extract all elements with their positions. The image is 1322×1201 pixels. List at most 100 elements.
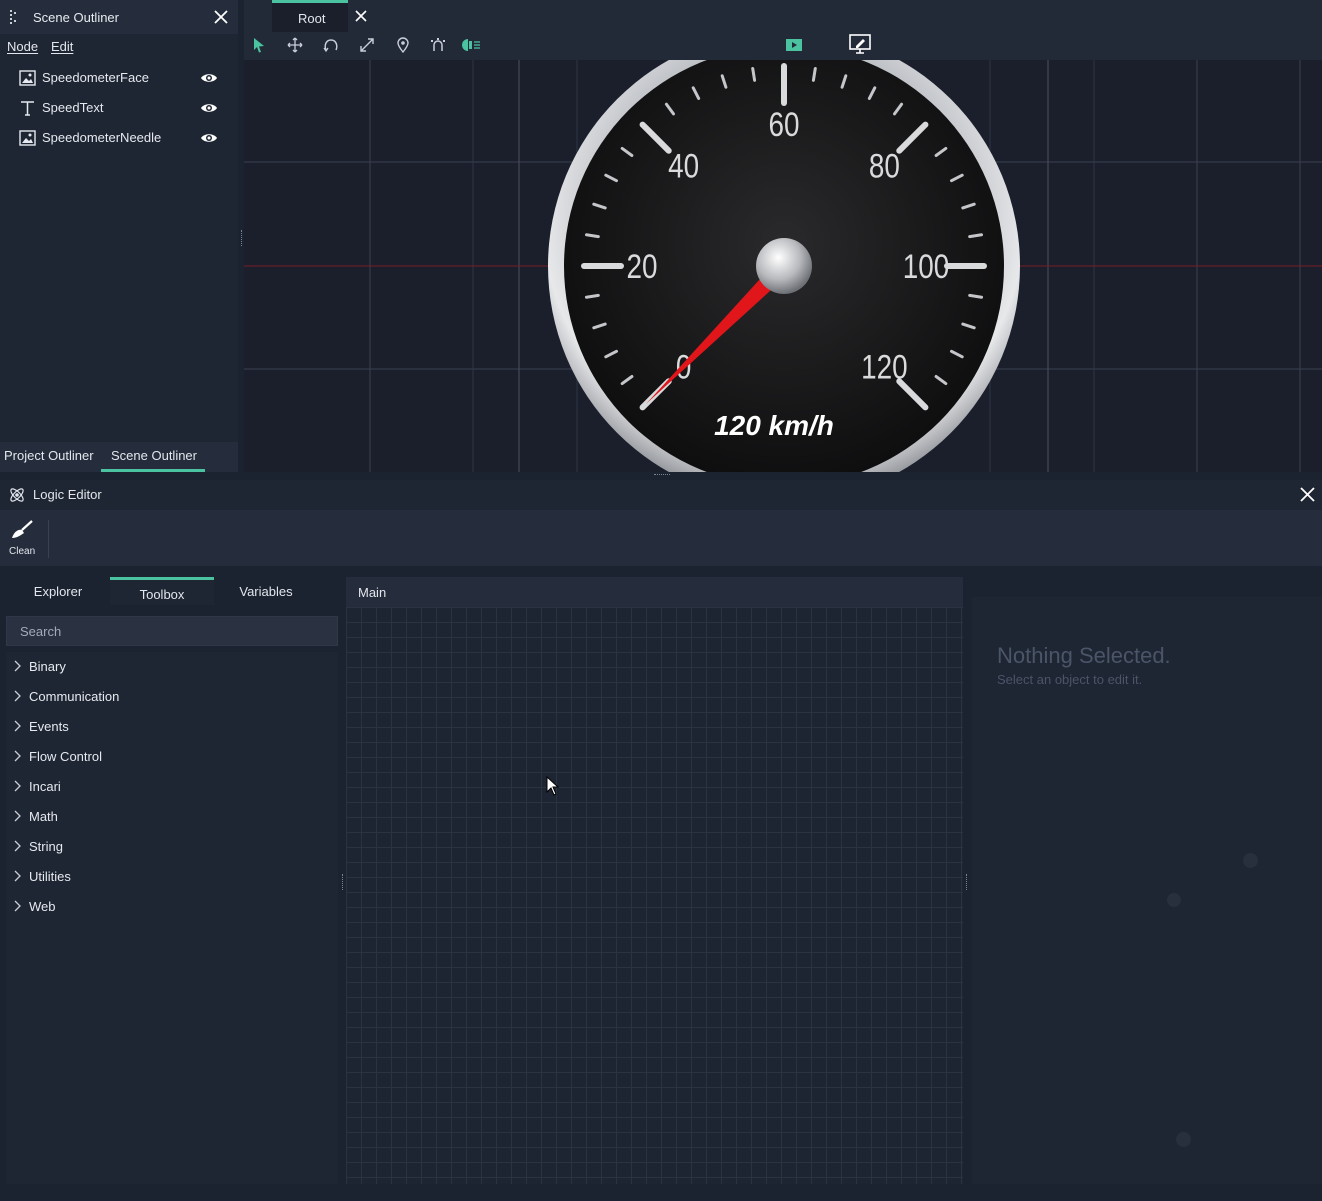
visibility-eye-icon[interactable] (200, 132, 218, 144)
toolbox-category-label: Web (29, 899, 56, 914)
move-tool-icon[interactable] (287, 37, 303, 53)
toolbox-category-events[interactable]: Events (6, 712, 338, 742)
active-tab-indicator (101, 469, 205, 472)
image-icon (19, 70, 36, 86)
close-icon[interactable] (354, 9, 368, 23)
gauge-tick (584, 293, 600, 299)
vertical-splitter-handle[interactable] (342, 874, 344, 890)
toolbox-category-incari[interactable]: Incari (6, 772, 338, 802)
canvas-svg: 020406080100120 120 km/h (244, 60, 1322, 472)
node-row-speed-text[interactable]: SpeedText (0, 93, 238, 123)
node-label: SpeedText (42, 100, 104, 115)
chevron-right-icon (13, 660, 21, 672)
logic-editor-toolbar: Clean (0, 510, 1322, 566)
gauge-tick-label: 40 (668, 147, 699, 185)
menu-node[interactable]: Node (7, 39, 38, 54)
tab-explorer[interactable]: Explorer (6, 577, 110, 605)
toolbox-category-binary[interactable]: Binary (6, 652, 338, 682)
toolbox-category-list: Binary Communication Events Flow Control… (6, 652, 338, 1184)
play-preview-icon[interactable] (785, 38, 803, 52)
chevron-right-icon (13, 690, 21, 702)
node-row-speedometer-needle[interactable]: SpeedometerNeedle (0, 123, 238, 153)
outliner-menu-bar: Node Edit (0, 36, 238, 58)
speed-text: 120 km/h (714, 410, 834, 441)
gauge-tick-label: 120 (861, 348, 908, 386)
outliner-bottom-tabs: Project Outliner Scene Outliner (0, 442, 238, 472)
gauge-tick (584, 233, 600, 239)
scene-outliner-title: Scene Outliner (33, 10, 119, 25)
toolbox-search-box[interactable] (6, 616, 338, 646)
logic-atom-icon (8, 486, 26, 504)
toolbox-category-label: Utilities (29, 869, 71, 884)
close-icon[interactable] (213, 9, 229, 25)
scale-tool-icon[interactable] (359, 37, 375, 53)
viewport-canvas[interactable]: 020406080100120 120 km/h (244, 60, 1322, 472)
mouse-cursor-icon (546, 776, 559, 796)
scene-outliner-header: Scene Outliner (0, 0, 238, 34)
tab-main[interactable]: Main (358, 585, 386, 600)
chevron-right-icon (13, 810, 21, 822)
chevron-right-icon (13, 750, 21, 762)
toolbox-category-label: Math (29, 809, 58, 824)
pivot-tool-icon[interactable] (396, 37, 410, 53)
tab-project-outliner[interactable]: Project Outliner (4, 448, 94, 463)
broom-icon (10, 519, 34, 541)
clean-button[interactable]: Clean (4, 514, 44, 564)
toolbox-category-math[interactable]: Math (6, 802, 338, 832)
tab-toolbox[interactable]: Toolbox (110, 577, 214, 605)
node-label: SpeedometerNeedle (42, 130, 162, 145)
gauge-tick (968, 233, 984, 239)
visibility-eye-icon[interactable] (200, 72, 218, 84)
drag-handle-icon[interactable] (9, 9, 19, 25)
toolbox-category-communication[interactable]: Communication (6, 682, 338, 712)
logic-editor-title: Logic Editor (33, 487, 102, 502)
toolbox-category-label: Binary (29, 659, 66, 674)
rotate-tool-icon[interactable] (323, 37, 339, 53)
edit-screen-icon[interactable] (849, 34, 871, 54)
vertical-splitter-handle[interactable] (966, 874, 968, 890)
needle-hub (756, 238, 812, 294)
node-row-speedometer-face[interactable]: SpeedometerFace (0, 63, 238, 93)
vertical-splitter-handle[interactable] (241, 230, 243, 246)
image-icon (19, 130, 36, 146)
toolbox-category-web[interactable]: Web (6, 892, 338, 922)
menu-edit[interactable]: Edit (51, 39, 73, 54)
gauge-tick (751, 66, 757, 82)
gauge-tick-label: 60 (768, 105, 799, 143)
logic-editor-header: Logic Editor (0, 480, 1322, 510)
text-icon (19, 100, 36, 116)
select-tool-icon[interactable] (252, 37, 266, 53)
decorative-dot (1243, 853, 1258, 868)
chevron-right-icon (13, 780, 21, 792)
toolbox-category-label: Events (29, 719, 69, 734)
toolbox-category-utilities[interactable]: Utilities (6, 862, 338, 892)
light-tool-icon[interactable] (460, 38, 482, 52)
tab-scene-outliner[interactable]: Scene Outliner (111, 448, 197, 463)
properties-panel: Nothing Selected. Select an object to ed… (972, 597, 1322, 1184)
tab-variables[interactable]: Variables (214, 577, 318, 605)
close-icon[interactable] (1299, 486, 1316, 503)
logic-graph-canvas[interactable] (346, 607, 963, 1184)
toolbox-category-label: Communication (29, 689, 120, 704)
logic-graph-panel: Main (346, 577, 963, 1184)
tab-root[interactable]: Root (272, 0, 367, 32)
speedometer-gauge[interactable]: 020406080100120 120 km/h (548, 60, 1020, 472)
viewport-topbar: Root (244, 0, 1322, 60)
gauge-tick-label: 100 (903, 247, 950, 285)
search-input[interactable] (20, 624, 320, 639)
snap-tool-icon[interactable] (430, 37, 446, 53)
toolbox-category-string[interactable]: String (6, 832, 338, 862)
properties-empty-title: Nothing Selected. (997, 643, 1171, 668)
horizontal-splitter-handle[interactable] (654, 474, 670, 476)
properties-empty-subtitle: Select an object to edit it. (997, 672, 1143, 687)
decorative-dot (1176, 1132, 1191, 1147)
gauge-tick (968, 293, 984, 299)
visibility-eye-icon[interactable] (200, 102, 218, 114)
toolbox-category-label: String (29, 839, 63, 854)
chevron-right-icon (13, 900, 21, 912)
gauge-tick (811, 66, 817, 82)
chevron-right-icon (13, 840, 21, 852)
scene-viewport: Root 20 40 60 80 100 120 120 km/h (244, 0, 1322, 472)
toolbox-category-flow-control[interactable]: Flow Control (6, 742, 338, 772)
graph-tab-bar: Main (346, 577, 963, 607)
